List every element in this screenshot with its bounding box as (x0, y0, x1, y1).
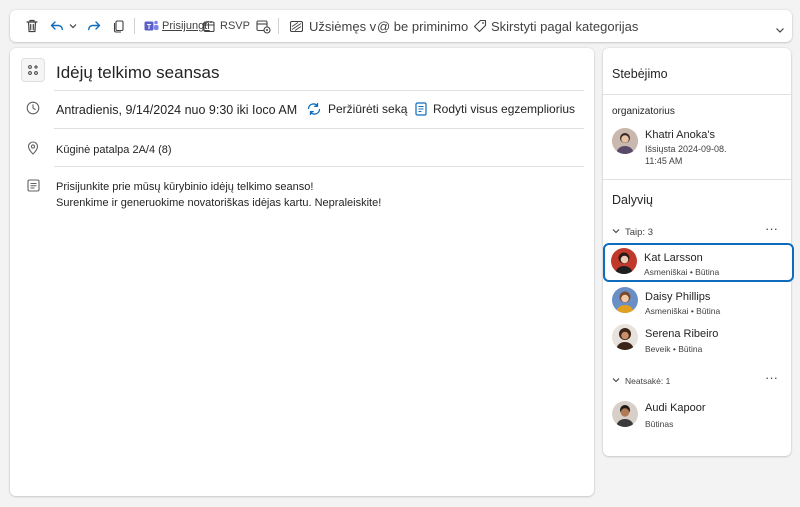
organizer-sent-time: 11:45 AM (645, 156, 683, 166)
attendee-status: Asmeniškai • Būtina (644, 267, 720, 277)
rsvp-label: RSVP (220, 20, 250, 32)
sidebar-divider (603, 179, 791, 180)
organizer-sent-date: Išsiųsta 2024-09-08. (645, 144, 727, 154)
yes-group-more-button[interactable]: ··· (765, 221, 778, 236)
yes-group-label[interactable]: Taip: 3 (625, 227, 653, 238)
no-response-group-more-button[interactable]: ··· (765, 370, 778, 385)
title-divider (54, 90, 584, 91)
attendee-name[interactable]: Audi Kapoor (645, 402, 706, 414)
description-line: Prisijunkite prie mūsų kūrybinio idėjų t… (56, 181, 314, 193)
toolbar-divider (278, 18, 279, 34)
reminder-button[interactable]: @ be priminimo (377, 10, 468, 42)
clock-icon (26, 101, 40, 115)
attendee-status: Būtinas (645, 419, 674, 429)
attendee-name[interactable]: Serena Ribeiro (645, 328, 718, 340)
organizer-label: organizatorius (612, 106, 675, 117)
reply-icon[interactable] (49, 10, 65, 42)
avatar[interactable] (612, 128, 638, 154)
no-response-group-label[interactable]: Neatsakė: 1 (625, 376, 670, 386)
category-icon[interactable] (21, 58, 45, 82)
location-icon (27, 141, 39, 155)
calendar-settings-icon[interactable] (256, 10, 271, 42)
reminder-label: @ be priminimo (377, 18, 469, 34)
avatar[interactable] (611, 248, 637, 274)
tag-icon (473, 19, 487, 33)
chevron-down-icon[interactable] (68, 10, 78, 42)
attendee-name[interactable]: Kat Larsson (644, 252, 703, 264)
rsvp-button[interactable]: RSVP (203, 10, 250, 42)
view-series-label: Peržiūrėti seką (328, 102, 408, 116)
location-divider (54, 166, 584, 167)
tracking-title: Stebėjimo (612, 67, 668, 81)
sidebar-divider (603, 94, 791, 95)
command-toolbar: T Prisijungti RSVP Užsiėmęs v @ be primi… (10, 10, 792, 42)
organizer-name[interactable]: Khatri Anoka's (645, 129, 715, 141)
document-list-icon (415, 102, 427, 116)
toolbar-divider (134, 18, 135, 34)
forward-icon[interactable] (86, 10, 102, 42)
show-all-instances-button[interactable]: Rodyti visus egzempliorius (415, 102, 575, 116)
event-datetime: Antradienis, 9/14/2024 nuo 9:30 iki Ioco… (56, 103, 298, 117)
calendar-check-icon (203, 20, 216, 33)
expand-toolbar-chevron-icon[interactable] (774, 14, 786, 46)
event-title: Idėjų telkimo seansas (56, 63, 220, 82)
avatar[interactable] (612, 401, 638, 427)
teams-icon: T (144, 19, 159, 33)
description-icon (27, 179, 40, 192)
avatar[interactable] (612, 324, 638, 350)
copy-icon[interactable] (112, 10, 126, 42)
show-as-busy-button[interactable]: Užsiėmęs v (290, 10, 376, 42)
busy-status-icon (290, 20, 303, 32)
avatar[interactable] (612, 287, 638, 313)
attendee-name[interactable]: Daisy Phillips (645, 291, 710, 303)
recurrence-icon (306, 102, 322, 116)
event-details-panel: Idėjų telkimo seansas Antradienis, 9/14/… (10, 48, 594, 496)
delete-icon[interactable] (24, 10, 40, 42)
attendee-status: Beveik • Būtina (645, 344, 703, 354)
chevron-down-icon[interactable] (611, 226, 621, 236)
show-all-instances-label: Rodyti visus egzempliorius (433, 102, 576, 116)
join-button[interactable]: T Prisijungti (144, 10, 210, 42)
categorize-label: Skirstyti pagal kategorijas (491, 18, 639, 34)
chevron-down-icon[interactable] (611, 375, 621, 385)
view-series-button[interactable]: Peržiūrėti seką (306, 102, 407, 116)
participants-title: Dalyvių (612, 193, 653, 207)
categorize-button[interactable]: Skirstyti pagal kategorijas (473, 10, 638, 42)
datetime-divider (54, 128, 584, 129)
busy-label: Užsiėmęs v (309, 18, 377, 34)
event-location: Kūginė patalpa 2A/4 (8) (56, 144, 172, 156)
svg-text:T: T (147, 24, 152, 31)
description-line: Surenkime ir generuokime novatoriškas id… (56, 197, 382, 209)
attendee-status: Asmeniškai • Būtina (645, 306, 721, 316)
